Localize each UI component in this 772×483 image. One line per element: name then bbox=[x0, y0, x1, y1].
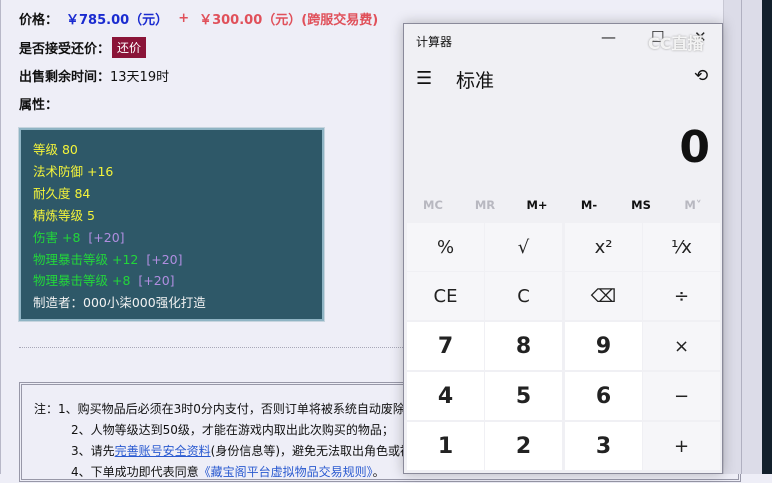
key-0-3[interactable]: ¹⁄x bbox=[643, 223, 720, 271]
key-0-2[interactable]: x² bbox=[565, 223, 642, 271]
calc-title: 计算器 bbox=[416, 35, 453, 49]
attribute-line: 物理暴击等级 +12 [+20] bbox=[33, 251, 183, 267]
key-4-1[interactable]: 2 bbox=[485, 422, 562, 470]
history-icon[interactable]: ⟲ bbox=[694, 66, 708, 86]
key-2-0[interactable]: 7 bbox=[407, 322, 484, 370]
memory-button-mminus[interactable]: M- bbox=[563, 198, 615, 212]
key-1-1[interactable]: C bbox=[485, 272, 562, 320]
key-0-0[interactable]: % bbox=[407, 223, 484, 271]
key-3-3[interactable]: − bbox=[643, 372, 720, 420]
attribute-line: 耐久度 84 bbox=[33, 185, 91, 201]
memory-button-mc[interactable]: MC bbox=[407, 198, 459, 212]
attribute-line: 制造者：000小柒000强化打造 bbox=[33, 295, 206, 311]
page-scroll-area bbox=[723, 0, 762, 474]
price-fee: ￥300.00（元）(跨服交易费) bbox=[199, 13, 379, 28]
key-2-1[interactable]: 8 bbox=[485, 322, 562, 370]
attributes-box: 等级 80 法术防御 +16 耐久度 84 精炼等级 5 伤害 +8 [+20] 物理暴击等… bbox=[18, 127, 325, 322]
key-3-2[interactable]: 6 bbox=[565, 372, 642, 420]
key-4-0[interactable]: 1 bbox=[407, 422, 484, 470]
calc-mode: 标准 bbox=[456, 70, 495, 92]
key-3-0[interactable]: 4 bbox=[407, 372, 484, 420]
attribute-line: 法术防御 +16 bbox=[33, 163, 114, 179]
key-1-3[interactable]: ÷ bbox=[643, 272, 720, 320]
key-3-1[interactable]: 5 bbox=[485, 372, 562, 420]
bargain-row: 是否接受还价： 还价 bbox=[19, 37, 147, 58]
bargain-button[interactable]: 还价 bbox=[112, 37, 147, 58]
minimize-button[interactable]: — bbox=[601, 28, 616, 46]
price-main: ￥785.00（元） bbox=[66, 13, 169, 28]
security-info-link[interactable]: 完善账号安全资料 bbox=[115, 444, 211, 458]
memory-button-ms[interactable]: MS bbox=[615, 198, 667, 212]
time-label: 出售剩余时间： bbox=[19, 70, 111, 85]
time-value: 13天19时 bbox=[110, 70, 170, 85]
key-0-1[interactable]: √ bbox=[485, 223, 562, 271]
attribute-line: 等级 80 bbox=[33, 142, 78, 157]
memory-button-mplus[interactable]: M+ bbox=[511, 198, 563, 212]
price-plus: + bbox=[178, 11, 190, 26]
key-1-2[interactable]: ⌫ bbox=[565, 272, 642, 320]
time-row: 出售剩余时间： 13天19时 bbox=[19, 66, 169, 85]
attribute-line: 物理暴击等级 +8 [+20] bbox=[33, 273, 175, 289]
attr-label: 属性： bbox=[19, 98, 59, 113]
watermark-logo: CC直播 bbox=[648, 34, 704, 53]
key-2-2[interactable]: 9 bbox=[565, 322, 642, 370]
attribute-line: 精炼等级 5 bbox=[33, 207, 95, 223]
key-1-0[interactable]: CE bbox=[407, 272, 484, 320]
rules-link[interactable]: 《藏宝阁平台虚拟物品交易规则》 bbox=[199, 465, 373, 479]
key-4-2[interactable]: 3 bbox=[565, 422, 642, 470]
key-2-3[interactable]: × bbox=[643, 322, 720, 370]
price-row: 价格： ￥785.00（元） + ￥300.00（元）(跨服交易费) bbox=[19, 9, 378, 28]
attribute-line: 伤害 +8 [+20] bbox=[33, 229, 125, 245]
price-label: 价格： bbox=[19, 13, 59, 28]
calc-display: 0 bbox=[679, 122, 710, 173]
bargain-label: 是否接受还价： bbox=[19, 42, 111, 57]
background-edge bbox=[762, 0, 772, 474]
calculator-window: 计算器 — ☐ ✕ ☰ 标准 ⟲ 0 MC MR M+ M- MS M˅ % √ x² ¹⁄x C… bbox=[403, 23, 723, 474]
key-4-3[interactable]: + bbox=[643, 422, 720, 470]
memory-button-m[interactable]: M˅ bbox=[667, 198, 719, 212]
menu-icon[interactable]: ☰ bbox=[416, 68, 432, 89]
memory-button-mr[interactable]: MR bbox=[459, 198, 511, 212]
